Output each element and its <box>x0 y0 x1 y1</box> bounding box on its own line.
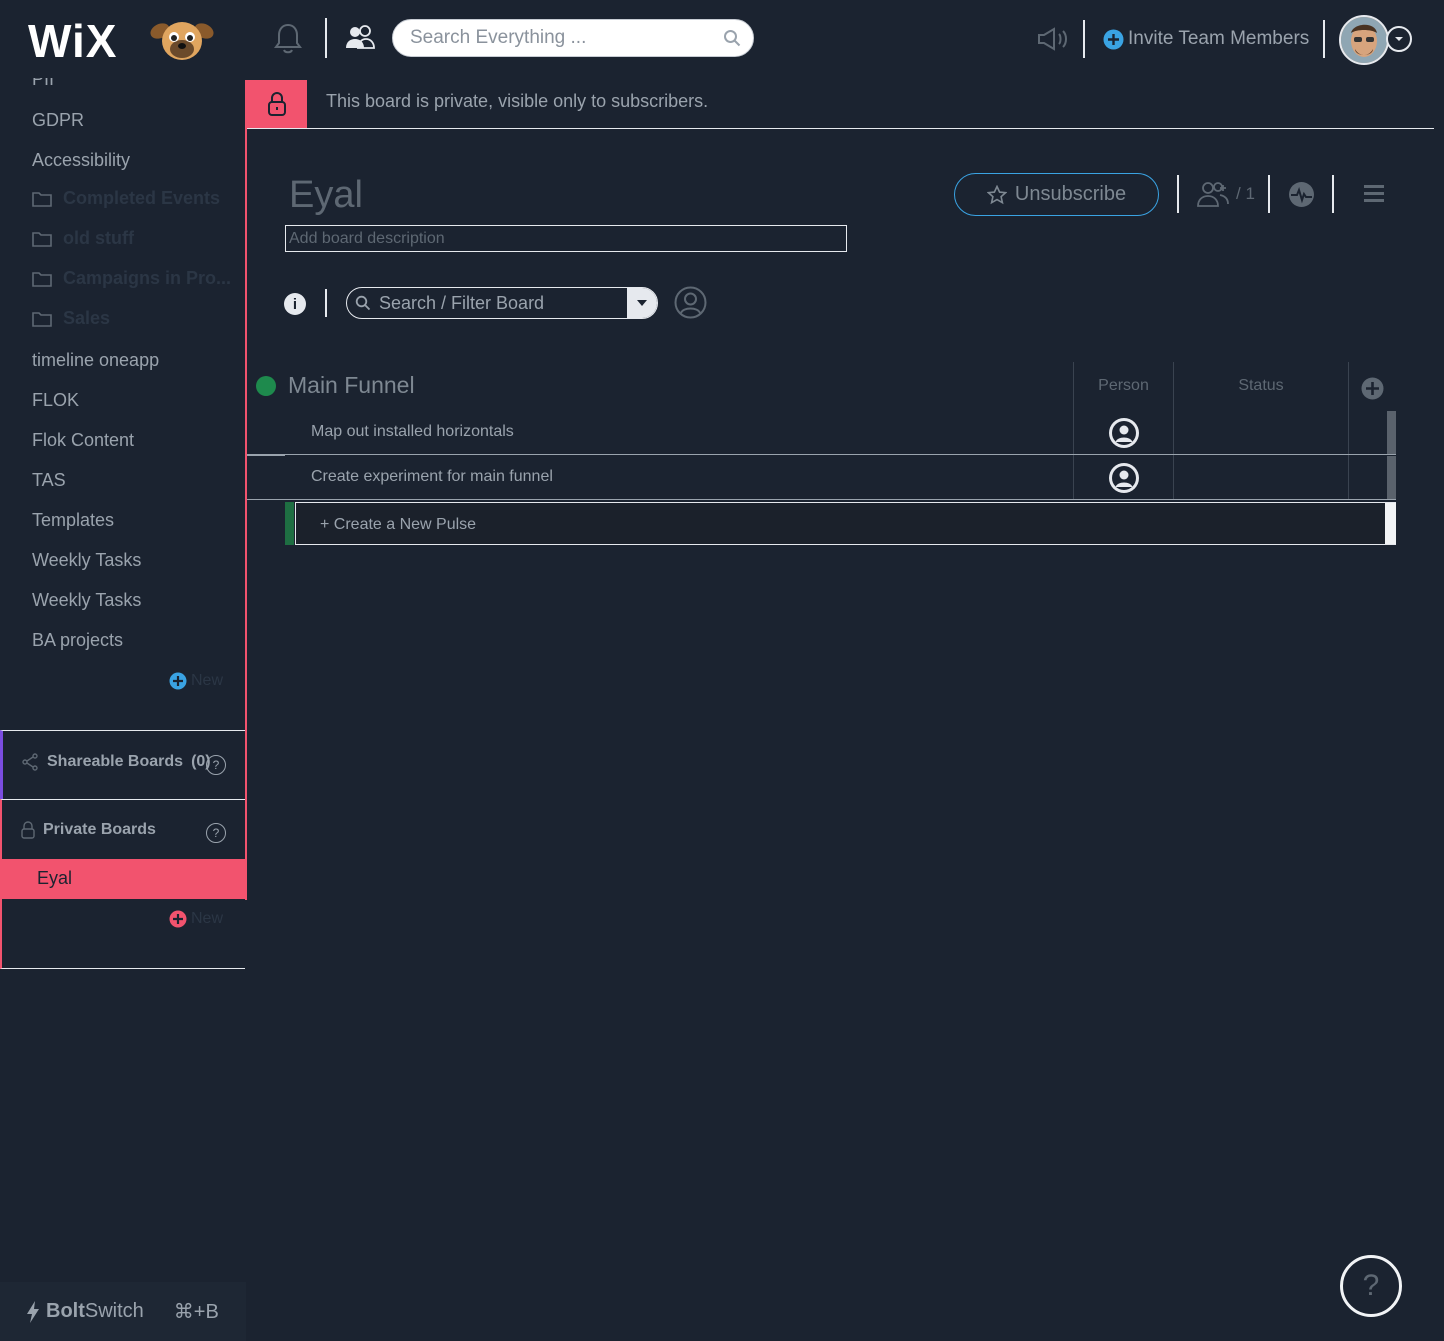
person-filter-icon[interactable] <box>674 286 707 319</box>
subscribers-icon <box>1197 182 1229 207</box>
star-icon <box>986 184 1007 204</box>
search-icon[interactable] <box>723 29 741 47</box>
new-board-button[interactable]: New <box>169 672 223 690</box>
search-icon <box>355 295 371 311</box>
add-column-icon[interactable] <box>1361 377 1384 400</box>
notifications-bell-icon[interactable] <box>272 22 304 56</box>
sidebar-folder-sales[interactable]: Sales <box>32 308 110 329</box>
pulse-name[interactable]: Map out installed horizontals <box>311 423 514 441</box>
board-title[interactable]: Eyal <box>289 174 363 217</box>
unsubscribe-button[interactable]: Unsubscribe <box>954 173 1159 216</box>
sidebar-item-flok[interactable]: FLOK <box>32 390 79 411</box>
subscribers-count: / 1 <box>1236 184 1255 203</box>
filter-divider <box>325 289 327 317</box>
header-divider <box>325 18 327 58</box>
folder-label: old stuff <box>63 228 134 248</box>
row-drag-handle[interactable] <box>1387 411 1396 454</box>
add-circle-icon <box>169 910 187 928</box>
boltswitch-brand-rest: Switch <box>84 1300 144 1322</box>
folder-label: Sales <box>63 308 111 328</box>
invite-team-members-button[interactable]: Invite Team Members <box>1103 28 1309 50</box>
sidebar-item-weekly-tasks[interactable]: Weekly Tasks <box>32 550 141 571</box>
toolbar-divider <box>1332 175 1334 213</box>
unsubscribe-label: Unsubscribe <box>1014 183 1127 205</box>
banner-lock-icon <box>247 80 307 128</box>
folder-icon <box>32 312 52 327</box>
lock-icon <box>21 821 35 839</box>
private-banner-text: This board is private, visible only to s… <box>326 91 709 111</box>
sidebar-item-accessibility[interactable]: Accessibility <box>32 150 130 171</box>
boltswitch-brand-bold: Bolt <box>46 1300 85 1322</box>
column-header-person[interactable]: Person <box>1074 377 1173 395</box>
hamburger-menu-icon[interactable] <box>1364 184 1384 202</box>
folder-icon <box>32 192 52 207</box>
group-title[interactable]: Main Funnel <box>288 372 415 399</box>
sidebar-item-flok-content[interactable]: Flok Content <box>32 430 134 451</box>
boltswitch-shortcut: ⌘+B <box>173 1301 219 1323</box>
shareable-boards-section[interactable]: Shareable Boards (0) ? <box>0 730 245 800</box>
bolt-icon <box>27 1300 39 1323</box>
toolbar-divider <box>1177 175 1179 213</box>
private-boards-label: Private Boards <box>43 821 156 838</box>
subscribers-button[interactable]: / 1 <box>1196 180 1255 208</box>
megaphone-icon[interactable] <box>1036 26 1068 52</box>
row-drag-handle[interactable] <box>1387 456 1396 499</box>
column-header-status[interactable]: Status <box>1174 377 1348 395</box>
board-info-icon[interactable]: i <box>284 293 306 315</box>
board-filter-search[interactable]: Search / Filter Board <box>346 287 658 319</box>
wix-logo[interactable]: WiX <box>28 18 117 64</box>
new-pulse-group-color <box>285 502 294 545</box>
sidebar-item-templates[interactable]: Templates <box>32 510 114 531</box>
add-circle-icon <box>169 672 187 690</box>
shareable-help-icon[interactable]: ? <box>206 755 226 775</box>
create-new-pulse-input[interactable]: + Create a New Pulse <box>295 502 1396 545</box>
private-help-icon[interactable]: ? <box>206 823 226 843</box>
activity-pulse-icon[interactable] <box>1288 181 1315 208</box>
account-menu-caret-icon[interactable] <box>1386 26 1412 52</box>
sidebar-item-weekly-tasks-2[interactable]: Weekly Tasks <box>32 590 141 611</box>
add-circle-icon <box>1103 29 1124 49</box>
sidebar-item-pii[interactable]: PII <box>32 78 54 90</box>
sidebar-item-gdpr[interactable]: GDPR <box>32 110 84 131</box>
dog-mascot-icon <box>150 17 214 65</box>
group-collapse-toggle[interactable] <box>256 376 276 396</box>
sidebar-item-tas[interactable]: TAS <box>32 470 66 491</box>
folder-label: Completed Events <box>63 188 221 208</box>
sidebar-item-eyal[interactable]: Eyal <box>2 859 247 899</box>
sidebar-item-ba-projects[interactable]: BA projects <box>32 630 123 651</box>
new-label: New <box>191 910 224 927</box>
header-divider <box>1083 20 1085 58</box>
new-private-board-button[interactable]: New <box>169 910 223 928</box>
person-cell-avatar-icon[interactable] <box>1108 417 1140 449</box>
invite-label: Invite Team Members <box>1128 28 1310 49</box>
folder-icon <box>32 232 52 247</box>
header-divider <box>1323 20 1325 58</box>
help-button[interactable]: ? <box>1340 1255 1402 1317</box>
global-search[interactable] <box>392 19 754 57</box>
folder-label: Campaigns in Pro... <box>63 268 232 288</box>
new-label: New <box>191 672 224 689</box>
toolbar-divider <box>1268 175 1270 213</box>
sidebar-folder-completed-events[interactable]: Completed Events <box>32 188 220 209</box>
sidebar-folder-campaigns[interactable]: Campaigns in Pro... <box>32 268 231 289</box>
row-divider <box>247 455 285 456</box>
sidebar-item-timeline-oneapp[interactable]: timeline oneapp <box>32 350 159 371</box>
global-search-input[interactable] <box>408 20 712 56</box>
filter-label: Search / Filter Board <box>379 292 545 313</box>
shareable-boards-label: Shareable Boards <box>47 753 184 770</box>
share-icon <box>22 753 38 771</box>
new-pulse-end-cap <box>1385 503 1396 544</box>
folder-icon <box>32 272 52 287</box>
boltswitch-bar[interactable]: Bolt Switch ⌘+B <box>0 1282 246 1341</box>
table-row[interactable]: Create experiment for main funnel <box>247 456 1396 500</box>
table-row[interactable]: Map out installed horizontals <box>247 411 1396 455</box>
sidebar-folder-old-stuff[interactable]: old stuff <box>32 228 134 249</box>
user-avatar[interactable] <box>1339 15 1389 65</box>
board-description-input[interactable] <box>285 225 847 252</box>
pulse-name[interactable]: Create experiment for main funnel <box>311 468 553 486</box>
chevron-down-icon[interactable] <box>627 288 657 318</box>
person-cell-avatar-icon[interactable] <box>1108 462 1140 494</box>
people-icon[interactable] <box>344 22 376 54</box>
